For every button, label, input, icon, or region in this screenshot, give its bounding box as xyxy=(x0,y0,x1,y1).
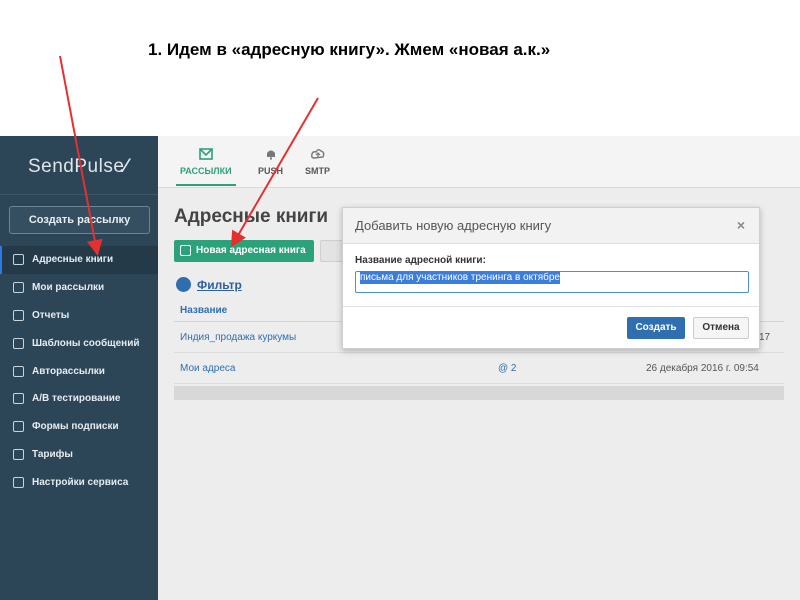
page-title: Адресные книги xyxy=(174,206,329,227)
sidebar-divider xyxy=(0,194,158,195)
filter-toggle[interactable]: Фильтр xyxy=(176,277,242,292)
main-content: РАССЫЛКИ PUSH SMTP Адресные книги Новая … xyxy=(158,136,800,600)
sidebar-item-label: Шаблоны сообщений xyxy=(32,337,140,349)
add-book-icon xyxy=(180,245,191,256)
pulse-icon: ⁄ xyxy=(124,156,129,177)
sidebar-item-mailings[interactable]: Мои рассылки xyxy=(0,274,158,302)
cloud-upload-icon xyxy=(310,149,324,159)
ab-test-icon xyxy=(13,393,24,405)
pricing-icon xyxy=(13,448,24,460)
sidebar-item-label: Мои рассылки xyxy=(32,282,105,294)
close-icon[interactable]: × xyxy=(737,217,745,233)
table-footer-strip xyxy=(174,386,784,400)
sidebar-item-pricing[interactable]: Тарифы xyxy=(0,441,158,469)
book-date: 26 декабря 2016 г. 09:54 xyxy=(646,363,759,374)
filter-label: Фильтр xyxy=(197,277,242,292)
selected-input-text: письма для участников тренинга в октябре xyxy=(360,271,560,284)
sidebar-item-forms[interactable]: Формы подписки xyxy=(0,413,158,441)
book-date-tail: 17 xyxy=(759,332,771,343)
book-name-label: Название адресной книги: xyxy=(355,255,486,266)
cancel-button[interactable]: Отмена xyxy=(693,317,749,339)
tab-mailings[interactable]: РАССЫЛКИ xyxy=(176,148,236,186)
address-book-icon xyxy=(13,254,24,266)
mailings-icon xyxy=(13,282,24,294)
tab-smtp[interactable]: SMTP xyxy=(305,148,330,176)
tab-label: PUSH xyxy=(258,166,284,176)
forms-icon xyxy=(13,421,24,433)
create-mailing-button[interactable]: Создать рассылку xyxy=(9,206,150,234)
sidebar-item-autoresponders[interactable]: Авторассылки xyxy=(0,357,158,385)
top-tabs: РАССЫЛКИ PUSH SMTP xyxy=(158,136,800,188)
sidebar-item-label: Формы подписки xyxy=(32,421,119,433)
tab-label: РАССЫЛКИ xyxy=(180,166,232,176)
book-name-link[interactable]: Индия_продажа куркумы xyxy=(180,322,296,353)
logo: SendPulse⁄ xyxy=(28,156,128,178)
settings-icon xyxy=(13,476,24,488)
active-tab-underline xyxy=(176,184,236,186)
tab-push[interactable]: PUSH xyxy=(258,148,283,176)
dialog-footer: Создать Отмена xyxy=(343,306,759,349)
sidebar-item-templates[interactable]: Шаблоны сообщений xyxy=(0,329,158,357)
templates-icon xyxy=(13,337,24,349)
create-button[interactable]: Создать xyxy=(627,317,685,339)
sidebar-item-ab-testing[interactable]: A/B тестирование xyxy=(0,385,158,413)
button-label: Новая адресная книга xyxy=(196,245,306,256)
app-screenshot: SendPulse⁄ Создать рассылку Адресные кни… xyxy=(0,136,800,600)
autoresponder-icon xyxy=(13,365,24,377)
bell-icon xyxy=(266,150,275,160)
add-address-book-dialog: Добавить новую адресную книгу × Название… xyxy=(342,207,760,349)
reports-icon xyxy=(13,309,24,321)
sidebar-item-label: Тарифы xyxy=(32,448,73,460)
table-row[interactable]: Мои адреса @ 2 26 декабря 2016 г. 09:54 xyxy=(174,353,784,384)
book-name-link[interactable]: Мои адреса xyxy=(180,353,235,384)
sidebar-item-address-books[interactable]: Адресные книги xyxy=(0,246,158,274)
sidebar-item-settings[interactable]: Настройки сервиса xyxy=(0,468,158,496)
mail-icon xyxy=(198,148,213,160)
dialog-title: Добавить новую адресную книгу xyxy=(355,218,552,233)
book-name-input[interactable]: письма для участников тренинга в октябре xyxy=(355,271,749,293)
tab-label: SMTP xyxy=(305,166,331,176)
sidebar: SendPulse⁄ Создать рассылку Адресные кни… xyxy=(0,136,158,600)
sidebar-item-label: Отчеты xyxy=(32,309,70,321)
search-icon xyxy=(176,277,191,292)
sidebar-nav: Адресные книги Мои рассылки Отчеты Шабло… xyxy=(0,246,158,496)
sidebar-item-label: A/B тестирование xyxy=(32,393,121,405)
new-address-book-button[interactable]: Новая адресная книга xyxy=(174,240,314,262)
dialog-header: Добавить новую адресную книгу × xyxy=(343,208,759,244)
slide-title: 1. Идем в «адресную книгу». Жмем «новая … xyxy=(148,40,551,59)
sidebar-item-label: Адресные книги xyxy=(32,254,114,266)
sidebar-item-label: Настройки сервиса xyxy=(32,476,129,488)
sidebar-item-reports[interactable]: Отчеты xyxy=(0,302,158,330)
sidebar-item-label: Авторассылки xyxy=(32,365,105,377)
logo-text: SendPulse xyxy=(28,156,125,177)
book-count[interactable]: @ 2 xyxy=(498,353,517,384)
